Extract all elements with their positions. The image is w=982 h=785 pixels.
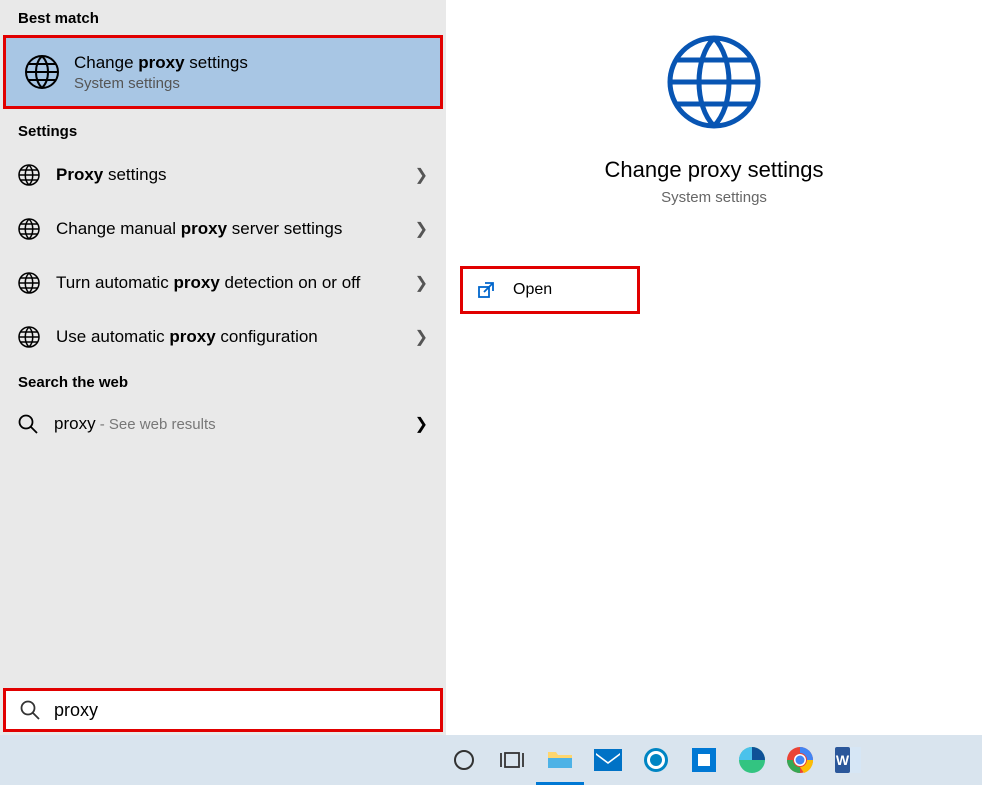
taskbar-explorer[interactable]	[536, 735, 584, 785]
taskbar-app[interactable]	[680, 735, 728, 785]
taskview-icon	[500, 750, 524, 770]
open-button[interactable]: Open	[460, 266, 640, 314]
taskbar: W	[0, 735, 982, 785]
web-result-label: proxy - See web results	[54, 414, 415, 434]
folder-icon	[547, 748, 573, 770]
chrome-icon	[787, 747, 813, 773]
edge-icon	[739, 747, 765, 773]
taskbar-edge[interactable]	[728, 735, 776, 785]
search-icon	[18, 414, 38, 434]
chevron-right-icon: ❯	[415, 414, 428, 434]
settings-item-label: Change manual proxy server settings	[56, 217, 415, 241]
globe-icon	[18, 326, 40, 348]
search-input[interactable]: proxy	[3, 688, 443, 732]
taskbar-word[interactable]: W	[824, 735, 872, 785]
search-results-panel: Best match Change proxy settings System …	[0, 0, 446, 735]
globe-icon	[18, 164, 40, 186]
best-match-result[interactable]: Change proxy settings System settings	[3, 35, 443, 109]
settings-item-label: Turn automatic proxy detection on or off	[56, 271, 415, 295]
globe-icon	[18, 272, 40, 294]
preview-subtitle: System settings	[446, 189, 982, 206]
open-external-icon	[477, 281, 495, 299]
web-result[interactable]: proxy - See web results ❯	[0, 399, 446, 449]
taskbar-taskview[interactable]	[488, 735, 536, 785]
settings-item-auto-detection[interactable]: Turn automatic proxy detection on or off…	[0, 256, 446, 310]
mail-icon	[594, 749, 622, 771]
settings-item-label: Use automatic proxy configuration	[56, 325, 415, 349]
open-label: Open	[513, 281, 552, 299]
preview-title: Change proxy settings	[446, 157, 982, 183]
taskbar-dell[interactable]	[632, 735, 680, 785]
svg-text:W: W	[836, 752, 850, 768]
best-match-header: Best match	[0, 0, 446, 35]
globe-icon	[666, 34, 762, 130]
settings-item-auto-config[interactable]: Use automatic proxy configuration ❯	[0, 310, 446, 364]
settings-item-label: Proxy settings	[56, 163, 415, 187]
globe-icon	[24, 54, 60, 90]
taskbar-cortana[interactable]	[440, 735, 488, 785]
chevron-right-icon: ❯	[415, 219, 428, 239]
chevron-right-icon: ❯	[415, 327, 428, 347]
settings-item-manual-proxy[interactable]: Change manual proxy server settings ❯	[0, 202, 446, 256]
dell-icon	[644, 748, 668, 772]
app-icon	[692, 748, 716, 772]
cortana-icon	[453, 749, 475, 771]
chevron-right-icon: ❯	[415, 273, 428, 293]
search-value: proxy	[54, 700, 98, 721]
preview-panel: Change proxy settings System settings Op…	[446, 0, 982, 735]
taskbar-mail[interactable]	[584, 735, 632, 785]
chevron-right-icon: ❯	[415, 165, 428, 185]
word-icon: W	[835, 747, 861, 773]
best-match-title: Change proxy settings	[74, 53, 422, 73]
taskbar-chrome[interactable]	[776, 735, 824, 785]
search-icon	[20, 700, 40, 720]
settings-header: Settings	[0, 113, 446, 148]
settings-item-proxy[interactable]: Proxy settings ❯	[0, 148, 446, 202]
globe-icon	[18, 218, 40, 240]
best-match-subtitle: System settings	[74, 75, 422, 92]
web-header: Search the web	[0, 364, 446, 399]
